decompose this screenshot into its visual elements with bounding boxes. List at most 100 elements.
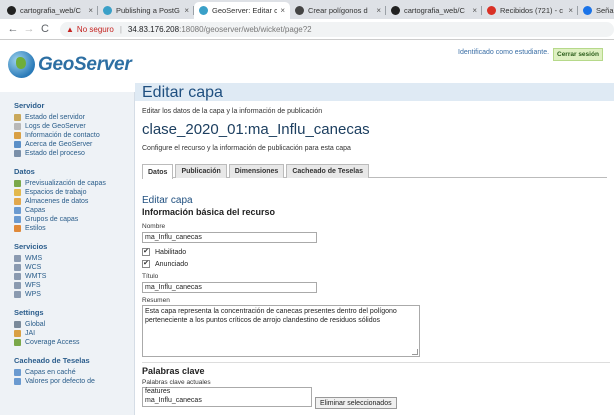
about-icon	[14, 141, 21, 148]
name-field[interactable]: ma_Influ_canecas	[142, 232, 317, 243]
browser-tab[interactable]: cartografia_web/C ×	[386, 2, 482, 19]
sidebar-item[interactable]: WCS	[14, 263, 134, 272]
sidebar-item[interactable]: WMTS	[14, 272, 134, 281]
wmts-icon	[14, 273, 21, 280]
sidebar-item[interactable]: Acerca de GeoServer	[14, 140, 134, 149]
layer-preview-icon	[14, 180, 21, 187]
reload-icon[interactable]: C	[38, 23, 52, 35]
sidebar-item[interactable]: WFS	[14, 281, 134, 290]
geoserver-globe-icon	[8, 51, 35, 78]
advertised-label: Anunciado	[155, 260, 189, 268]
enabled-checkbox[interactable]: ✔	[142, 248, 150, 256]
remove-selected-button[interactable]: Eliminar seleccionados	[315, 397, 397, 409]
sidebar-item[interactable]: Estado del servidor	[14, 113, 134, 122]
contact-icon	[14, 132, 21, 139]
sidebar-item[interactable]: WMS	[14, 254, 134, 263]
title-field[interactable]: ma_Influ_canecas	[142, 282, 317, 293]
title-banner: Editar capa	[135, 83, 614, 101]
basic-info-heading: Información básica del recurso	[142, 207, 276, 217]
close-tab-icon[interactable]: ×	[184, 6, 189, 15]
sidebar-item-label: Información de contacto	[25, 132, 100, 139]
url-host: 34.83.176.208	[127, 24, 180, 34]
browser-tab[interactable]: GeoServer: Editar c ×	[194, 2, 290, 19]
style-icon	[14, 225, 21, 232]
tab-publicacion[interactable]: Publicación	[175, 164, 227, 178]
security-label[interactable]: No seguro	[77, 25, 114, 34]
layer-tabs: Datos Publicación Dimensiones Cacheado d…	[142, 164, 607, 179]
keywords-list[interactable]: features ma_Influ_canecas	[142, 387, 312, 407]
sidebar-item[interactable]: Estilos	[14, 224, 134, 233]
github-icon	[391, 6, 400, 15]
sidebar-item-label: Estado del proceso	[25, 150, 85, 157]
layer-group-icon	[14, 216, 21, 223]
enabled-checkbox-row[interactable]: ✔ Habilitado	[142, 248, 186, 256]
browser-tab[interactable]: Recibidos (721) - c ×	[482, 2, 578, 19]
sidebar-item-label: WCS	[25, 264, 42, 271]
url-field[interactable]: ▲ No seguro | 34.83.176.208 :18080/geose…	[60, 21, 614, 37]
close-tab-icon[interactable]: ×	[280, 6, 285, 15]
browser-tab-title: Crear polígonos d	[308, 6, 368, 15]
close-tab-icon[interactable]: ×	[472, 6, 477, 15]
close-tab-icon[interactable]: ×	[88, 6, 93, 15]
logout-button[interactable]: Cerrar sesión	[553, 48, 603, 61]
tab-cacheado-teselas[interactable]: Cacheado de Teselas	[286, 164, 370, 178]
sidebar-item[interactable]: Coverage Access	[14, 338, 134, 347]
close-tab-icon[interactable]: ×	[376, 6, 381, 15]
global-settings-icon	[14, 321, 21, 328]
sidebar-item[interactable]: JAI	[14, 329, 134, 338]
browser-tab-title: Recibidos (721) - c	[500, 6, 563, 15]
cached-layers-icon	[14, 369, 21, 376]
sidebar-item[interactable]: Estado del proceso	[14, 149, 134, 158]
address-bar: ← → C ▲ No seguro | 34.83.176.208 :18080…	[0, 19, 614, 40]
sidebar-item[interactable]: Global	[14, 320, 134, 329]
keyword-item[interactable]: features	[145, 388, 311, 397]
sidebar-item[interactable]: Información de contacto	[14, 131, 134, 140]
wps-icon	[14, 291, 21, 298]
sidebar-section: Servicios WMS WCS WMTS WFS WPS	[0, 233, 134, 299]
browser-tab-title: Publishing a PostG	[116, 6, 180, 15]
browser-tab[interactable]: Crear polígonos d ×	[290, 2, 386, 19]
browser-tab-title: cartografia_web/C	[404, 6, 465, 15]
sidebar-item-label: Acerca de GeoServer	[25, 141, 93, 148]
close-tab-icon[interactable]: ×	[568, 6, 573, 15]
forward-icon[interactable]: →	[22, 23, 36, 35]
keyword-item[interactable]: ma_Influ_canecas	[145, 397, 311, 406]
sidebar-item[interactable]: Grupos de capas	[14, 215, 134, 224]
sidebar-item[interactable]: Logs de GeoServer	[14, 122, 134, 131]
sidebar-item-label: WPS	[25, 291, 41, 298]
browser-tab[interactable]: Publishing a PostG ×	[98, 2, 194, 19]
tab-dimensiones[interactable]: Dimensiones	[228, 164, 285, 178]
sidebar-item[interactable]: Almacenes de datos	[14, 197, 134, 206]
tab-datos[interactable]: Datos	[142, 164, 174, 179]
abstract-label: Resumen	[142, 297, 170, 304]
browser-tab-title: GeoServer: Editar c	[212, 6, 278, 15]
sidebar-item-label: JAI	[25, 330, 36, 337]
logged-user-text: Identificado como estudiante.	[458, 49, 550, 56]
advertised-checkbox-row[interactable]: ✔ Anunciado	[142, 260, 188, 268]
sidebar-section: Datos Previsualización de capas Espacios d…	[0, 158, 134, 233]
sidebar-item-label: WMS	[25, 255, 43, 262]
sidebar-item[interactable]: Capas en caché	[14, 368, 134, 377]
back-icon[interactable]: ←	[6, 23, 20, 35]
sidebar-item[interactable]: Capas	[14, 206, 134, 215]
signal-icon	[583, 6, 592, 15]
sidebar-item[interactable]: Valores por defecto de	[14, 377, 134, 386]
sidebar-section-title: Servicios	[14, 242, 48, 251]
sidebar-item[interactable]: WPS	[14, 290, 134, 299]
sidebar-item[interactable]: Previsualización de capas	[14, 179, 134, 188]
advertised-checkbox[interactable]: ✔	[142, 260, 150, 268]
sidebar-item-label: Grupos de capas	[25, 216, 79, 223]
sidebar-item-label: Espacios de trabajo	[25, 189, 87, 196]
store-icon	[14, 198, 21, 205]
browser-tab[interactable]: Señal en Vi	[578, 2, 614, 19]
geoserver-logo[interactable]: GeoServer	[8, 51, 132, 78]
sidebar-item-label: Previsualización de capas	[25, 180, 106, 187]
sidebar-item-label: Capas en caché	[25, 369, 76, 376]
folder-icon	[14, 189, 21, 196]
sidebar-section: Settings Global JAI Coverage Access	[0, 299, 134, 347]
url-path: :18080/geoserver/web/wicket/page?2	[179, 24, 312, 34]
abstract-textarea[interactable]: Esta capa representa la concentración de…	[142, 305, 420, 357]
page-title: Editar capa	[142, 84, 223, 101]
sidebar-item[interactable]: Espacios de trabajo	[14, 188, 134, 197]
browser-tab[interactable]: cartografia_web/C ×	[2, 2, 98, 19]
